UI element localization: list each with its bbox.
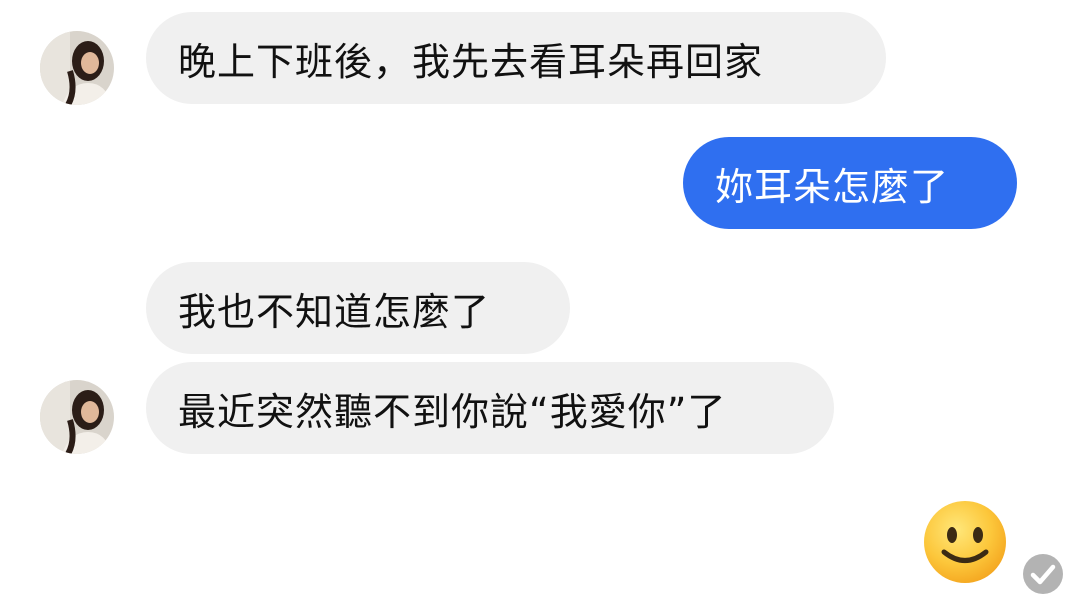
check-circle-icon xyxy=(1022,553,1064,599)
message-text: 晚上下班後，我先去看耳朵再回家 xyxy=(178,39,764,84)
message-bubble-incoming[interactable]: 我也不知道怎麼了 xyxy=(146,262,570,354)
message-text: 我也不知道怎麼了 xyxy=(178,289,491,334)
message-text: 最近突然聽不到你說“我愛你”了 xyxy=(178,389,727,434)
message-text: 妳耳朵怎麼了 xyxy=(715,164,950,209)
contact-avatar[interactable] xyxy=(40,31,114,105)
message-bubble-incoming[interactable]: 晚上下班後，我先去看耳朵再回家 xyxy=(146,12,886,104)
message-bubble-outgoing[interactable]: 妳耳朵怎麼了 xyxy=(683,137,1017,229)
smiling-face-emoji-icon xyxy=(922,499,1008,589)
contact-avatar[interactable] xyxy=(40,380,114,454)
message-bubble-incoming[interactable]: 最近突然聽不到你說“我愛你”了 xyxy=(146,362,834,454)
